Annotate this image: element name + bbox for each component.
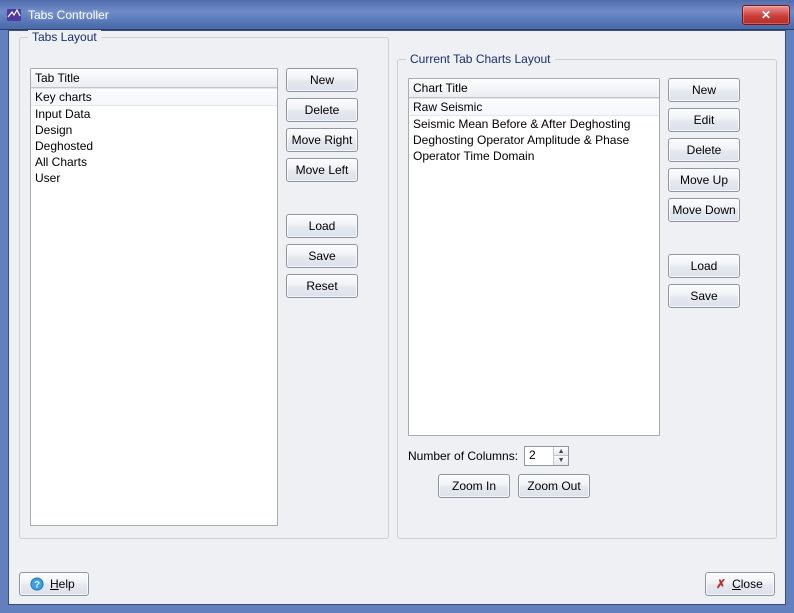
help-label-initial: H (50, 577, 59, 591)
tabs-layout-group: Tabs Layout Tab Title Key charts Input D… (19, 37, 389, 539)
tabs-layout-legend: Tabs Layout (28, 30, 101, 44)
client-area: Tabs Layout Tab Title Key charts Input D… (8, 30, 786, 605)
charts-list-item[interactable]: Raw Seismic (409, 98, 659, 116)
save-charts-button[interactable]: Save (668, 284, 740, 308)
new-tab-button[interactable]: New (286, 68, 358, 92)
charts-list-header[interactable]: Chart Title (409, 79, 659, 98)
delete-tab-button[interactable]: Delete (286, 98, 358, 122)
close-label-rest: lose (741, 577, 763, 591)
title-bar: Tabs Controller ✕ (0, 0, 794, 30)
app-icon (6, 7, 22, 23)
zoom-out-button[interactable]: Zoom Out (518, 474, 590, 498)
move-right-button[interactable]: Move Right (286, 128, 358, 152)
tabs-list-item[interactable]: Deghosted (31, 138, 277, 154)
tabs-list-item[interactable]: User (31, 170, 277, 186)
spinner-up-icon[interactable]: ▲ (554, 447, 568, 456)
help-label-rest: elp (59, 577, 75, 591)
new-chart-button[interactable]: New (668, 78, 740, 102)
tabs-list[interactable]: Tab Title Key charts Input Data Design D… (30, 68, 278, 526)
reset-tabs-button[interactable]: Reset (286, 274, 358, 298)
window-title: Tabs Controller (28, 8, 109, 22)
edit-chart-button[interactable]: Edit (668, 108, 740, 132)
charts-list[interactable]: Chart Title Raw Seismic Seismic Mean Bef… (408, 78, 660, 436)
tabs-list-item[interactable]: Key charts (31, 88, 277, 106)
tabs-list-item[interactable]: All Charts (31, 154, 277, 170)
charts-layout-group: Current Tab Charts Layout Chart Title Ra… (397, 59, 777, 539)
ncols-value[interactable]: 2 (525, 447, 553, 465)
close-label-initial: C (732, 577, 741, 591)
spinner-down-icon[interactable]: ▼ (554, 456, 568, 465)
bottom-bar: ? Help ✗ Close (19, 572, 775, 596)
window-close-button[interactable]: ✕ (742, 5, 790, 25)
tabs-list-item[interactable]: Design (31, 122, 277, 138)
x-icon: ✗ (716, 577, 726, 591)
move-down-chart-button[interactable]: Move Down (668, 198, 740, 222)
delete-chart-button[interactable]: Delete (668, 138, 740, 162)
charts-layout-legend: Current Tab Charts Layout (406, 52, 555, 66)
tabs-list-header[interactable]: Tab Title (31, 69, 277, 88)
help-button[interactable]: ? Help (19, 572, 89, 596)
close-dialog-button[interactable]: ✗ Close (705, 572, 775, 596)
move-up-chart-button[interactable]: Move Up (668, 168, 740, 192)
help-icon: ? (30, 577, 44, 591)
ncols-spinner[interactable]: 2 ▲ ▼ (524, 446, 569, 466)
window-frame: Tabs Layout Tab Title Key charts Input D… (0, 30, 794, 613)
move-left-button[interactable]: Move Left (286, 158, 358, 182)
load-charts-button[interactable]: Load (668, 254, 740, 278)
tabs-list-item[interactable]: Input Data (31, 106, 277, 122)
load-tabs-button[interactable]: Load (286, 214, 358, 238)
charts-list-item[interactable]: Operator Time Domain (409, 148, 659, 164)
svg-text:?: ? (34, 580, 40, 591)
charts-list-item[interactable]: Deghosting Operator Amplitude & Phase (409, 132, 659, 148)
ncols-label: Number of Columns: (408, 449, 518, 463)
save-tabs-button[interactable]: Save (286, 244, 358, 268)
charts-list-item[interactable]: Seismic Mean Before & After Deghosting (409, 116, 659, 132)
zoom-in-button[interactable]: Zoom In (438, 474, 510, 498)
close-icon: ✕ (761, 9, 771, 21)
